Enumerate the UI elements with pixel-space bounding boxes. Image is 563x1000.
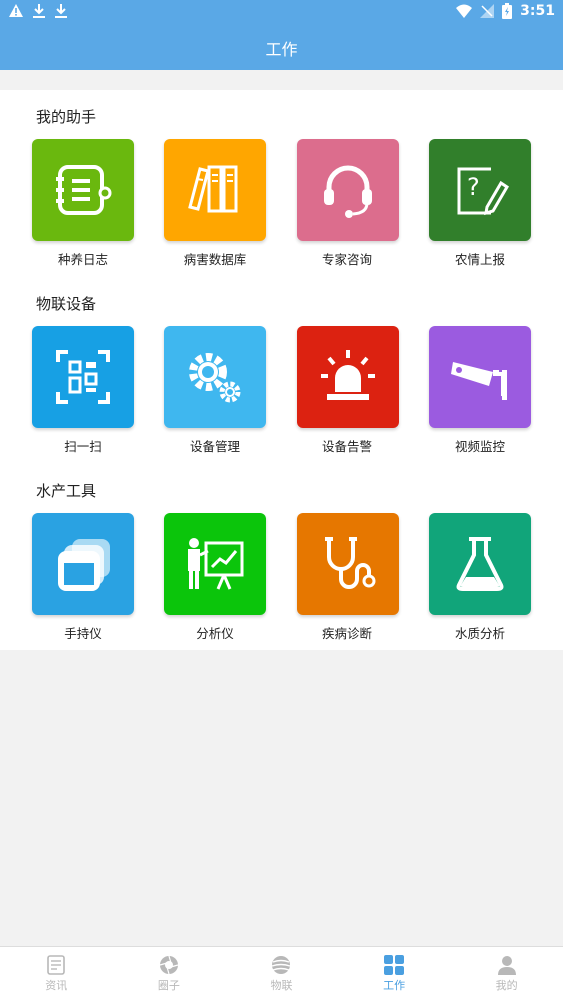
tile-label: 分析仪 bbox=[196, 626, 234, 641]
tab-iot[interactable]: 物联 bbox=[225, 947, 338, 1000]
tile-label: 病害数据库 bbox=[183, 252, 247, 267]
notebook-icon bbox=[56, 165, 112, 215]
tile-device-alarm[interactable] bbox=[297, 326, 399, 428]
tile-device-management[interactable] bbox=[164, 326, 266, 428]
app-header: 3:51 工作 bbox=[0, 0, 563, 70]
headset-icon bbox=[324, 165, 372, 218]
tile-analyzer[interactable] bbox=[164, 513, 266, 615]
bottom-tab-bar: 资讯 圈子 物联 工作 我的 bbox=[0, 946, 563, 1000]
tab-label: 物联 bbox=[270, 979, 293, 992]
tile-label: 设备管理 bbox=[189, 439, 240, 454]
report-icon: ? bbox=[457, 167, 510, 216]
tile-handheld-meter[interactable] bbox=[32, 513, 134, 615]
page-title: 工作 bbox=[265, 40, 298, 59]
windows-icon bbox=[58, 539, 110, 591]
tab-label: 工作 bbox=[383, 979, 406, 992]
tile-planting-log[interactable] bbox=[32, 139, 134, 241]
flask-icon bbox=[456, 537, 504, 591]
news-icon bbox=[47, 955, 66, 975]
camera-icon bbox=[451, 362, 507, 400]
tile-label: 扫一扫 bbox=[64, 439, 102, 454]
tile-video-surveillance[interactable] bbox=[429, 326, 531, 428]
status-bar: 3:51 bbox=[0, 0, 563, 24]
battery-icon bbox=[502, 3, 513, 19]
tab-work[interactable]: 工作 bbox=[338, 947, 451, 1000]
qr-scan-icon bbox=[56, 350, 110, 404]
tile-expert-consult[interactable] bbox=[297, 139, 399, 241]
section-title-assistant: 我的助手 bbox=[36, 108, 97, 126]
tile-disease-diagnosis[interactable] bbox=[297, 513, 399, 615]
tile-label: 疾病诊断 bbox=[321, 626, 372, 641]
tile-label: 农情上报 bbox=[454, 252, 505, 267]
tab-news[interactable]: 资讯 bbox=[0, 947, 113, 1000]
section-title-iot-devices: 物联设备 bbox=[36, 295, 97, 313]
tab-mine[interactable]: 我的 bbox=[450, 947, 563, 1000]
grid-icon bbox=[384, 955, 405, 975]
tab-label: 资讯 bbox=[45, 979, 68, 992]
tile-water-quality[interactable] bbox=[429, 513, 531, 615]
presenter-icon bbox=[188, 538, 244, 590]
tile-label: 水质分析 bbox=[454, 626, 505, 641]
tile-label: 专家咨询 bbox=[321, 252, 372, 267]
tab-label: 我的 bbox=[495, 979, 518, 992]
wifi-icon bbox=[456, 4, 473, 18]
svg-text:?: ? bbox=[467, 173, 480, 201]
tile-label: 手持仪 bbox=[64, 626, 102, 641]
clock: 3:51 bbox=[520, 3, 555, 19]
download-icon bbox=[33, 4, 45, 18]
tile-label: 设备告警 bbox=[321, 439, 372, 454]
tile-label: 种养日志 bbox=[57, 252, 108, 267]
tile-label: 视频监控 bbox=[454, 439, 505, 454]
gears-icon bbox=[189, 353, 241, 403]
stethoscope-icon bbox=[325, 537, 376, 589]
aperture-icon bbox=[159, 955, 179, 975]
section-title-aquatic-tools: 水产工具 bbox=[36, 482, 97, 500]
tab-label: 圈子 bbox=[157, 979, 180, 992]
work-panel: 我的助手 种养日志 病害数据库 专家咨询 ? 农情上报 物联设备 扫一扫 设备管… bbox=[0, 90, 563, 650]
globe-icon bbox=[272, 956, 291, 974]
tile-disease-database[interactable] bbox=[164, 139, 266, 241]
tab-circle[interactable]: 圈子 bbox=[113, 947, 226, 1000]
warning-icon bbox=[9, 4, 23, 17]
alarm-light-icon bbox=[321, 350, 375, 400]
signal-icon bbox=[480, 4, 495, 18]
download-icon bbox=[55, 4, 67, 18]
user-icon bbox=[497, 956, 516, 975]
books-icon bbox=[188, 165, 238, 213]
tile-farm-report[interactable]: ? bbox=[429, 139, 531, 241]
tile-scan[interactable] bbox=[32, 326, 134, 428]
